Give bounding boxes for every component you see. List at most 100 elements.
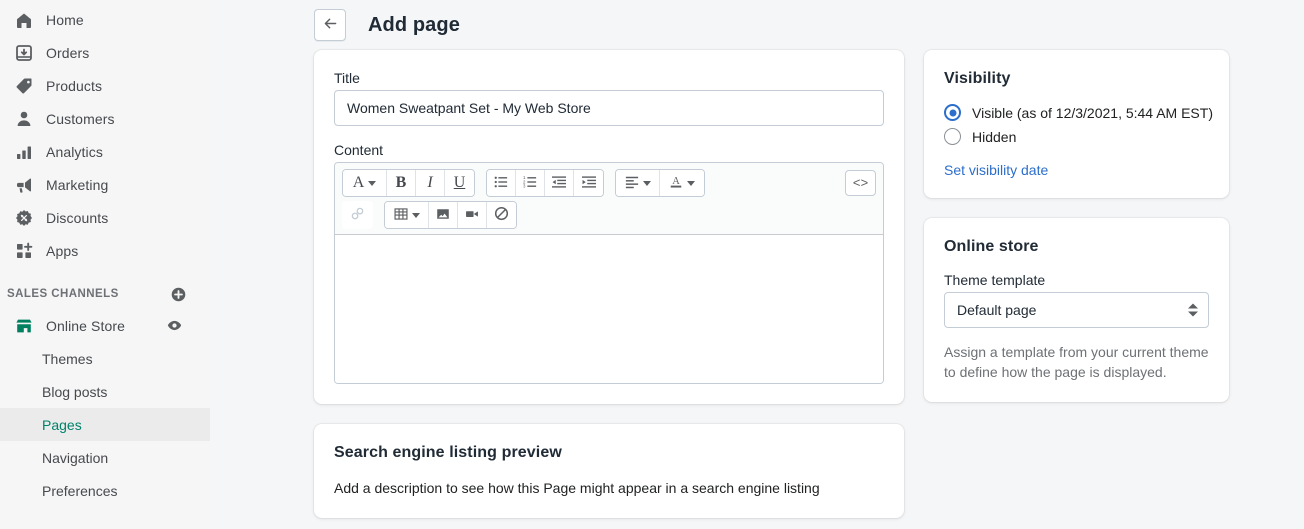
sidebar-item-label: Discounts (46, 210, 108, 226)
sidebar-item-online-store[interactable]: Online Store (4, 309, 206, 342)
set-visibility-date-link[interactable]: Set visibility date (944, 162, 1048, 178)
image-icon (436, 207, 450, 224)
theme-template-select[interactable]: Default page (944, 292, 1209, 328)
font-a-glyph: A (353, 174, 365, 192)
seo-card-title: Search engine listing preview (334, 444, 884, 462)
sidebar-item-label: Customers (46, 111, 115, 127)
eye-icon[interactable] (164, 316, 184, 336)
radio-hidden-label: Hidden (972, 129, 1016, 145)
plus-circle-icon[interactable] (168, 284, 188, 304)
title-input[interactable] (334, 90, 884, 126)
radio-hidden[interactable] (944, 128, 961, 145)
content-editable-area[interactable] (335, 235, 883, 383)
sidebar-item-blog-posts[interactable]: Blog posts (0, 375, 210, 408)
sales-channels-title: SALES CHANNELS (7, 288, 168, 300)
outdent-icon (552, 175, 566, 192)
svg-text:3: 3 (523, 183, 526, 188)
visibility-card-title: Visibility (944, 70, 1209, 88)
insert-link-button[interactable] (343, 202, 372, 228)
italic-button[interactable]: I (416, 170, 445, 196)
align-left-icon (625, 175, 639, 192)
bulleted-list-button[interactable] (487, 170, 516, 196)
sidebar-item-themes[interactable]: Themes (0, 342, 210, 375)
sidebar-item-label: Apps (46, 243, 78, 259)
chevron-down-icon (368, 181, 376, 186)
title-field-label: Title (334, 70, 884, 86)
visibility-card: Visibility Visible (as of 12/3/2021, 5:4… (924, 50, 1229, 198)
sidebar-subitem-label: Preferences (42, 483, 117, 499)
storefront-icon (10, 312, 38, 340)
chevron-down-icon (643, 181, 651, 186)
secondary-column: Visibility Visible (as of 12/3/2021, 5:4… (924, 50, 1229, 529)
align-dropdown[interactable] (616, 170, 660, 196)
chevron-down-icon (412, 213, 420, 218)
underline-button[interactable]: U (445, 170, 474, 196)
numbered-list-button[interactable]: 123 (516, 170, 545, 196)
page-details-card: Title Content A (314, 50, 904, 404)
orders-inbox-icon (10, 39, 38, 67)
chevron-down-icon (687, 181, 695, 186)
radio-visible[interactable] (944, 104, 961, 121)
page-title: Add page (368, 14, 460, 37)
editor-toolbar-row-2 (342, 201, 876, 229)
analytics-bars-icon (10, 138, 38, 166)
italic-glyph: I (427, 174, 432, 192)
arrow-left-icon (322, 15, 339, 35)
marketing-megaphone-icon (10, 171, 38, 199)
bold-button[interactable]: B (387, 170, 416, 196)
sidebar-item-label: Online Store (46, 318, 164, 334)
main-content: Add page Title Content (210, 0, 1304, 529)
visibility-option-visible[interactable]: Visible (as of 12/3/2021, 5:44 AM EST) (944, 104, 1209, 121)
table-icon (394, 207, 408, 224)
bold-glyph: B (396, 174, 407, 192)
theme-template-label: Theme template (944, 272, 1209, 288)
sidebar-item-navigation[interactable]: Navigation (0, 441, 210, 474)
font-style-dropdown[interactable]: A (343, 170, 387, 196)
sidebar-item-pages[interactable]: Pages (0, 408, 210, 441)
sidebar-item-analytics[interactable]: Analytics (4, 135, 206, 168)
insert-video-button[interactable] (458, 202, 487, 228)
sidebar-subitem-label: Themes (42, 351, 93, 367)
visibility-option-hidden[interactable]: Hidden (944, 128, 1209, 145)
sidebar-item-marketing[interactable]: Marketing (4, 168, 206, 201)
text-color-dropdown[interactable]: A (660, 170, 704, 196)
numbered-list-icon: 123 (523, 175, 537, 192)
sidebar-item-preferences[interactable]: Preferences (0, 474, 210, 507)
sidebar-subitem-label: Navigation (42, 450, 108, 466)
clear-formatting-button[interactable] (487, 202, 516, 228)
show-html-button[interactable]: <> (845, 170, 876, 196)
sidebar-subitem-label: Blog posts (42, 384, 107, 400)
page-header: Add page (210, 0, 1304, 50)
primary-column: Title Content A (314, 50, 904, 529)
sidebar-item-label: Products (46, 78, 102, 94)
align-color-group: A (615, 169, 705, 197)
back-button[interactable] (314, 9, 346, 41)
insert-table-dropdown[interactable] (385, 202, 429, 228)
outdent-button[interactable] (545, 170, 574, 196)
sidebar-item-label: Orders (46, 45, 89, 61)
discount-badge-icon (10, 204, 38, 232)
insert-image-button[interactable] (429, 202, 458, 228)
sidebar-item-discounts[interactable]: Discounts (4, 201, 206, 234)
admin-app: Home Orders Products Customers Analytics (0, 0, 1304, 529)
link-group (342, 201, 373, 229)
video-camera-icon (465, 207, 479, 224)
sidebar-item-label: Analytics (46, 144, 103, 160)
product-tag-icon (10, 72, 38, 100)
online-store-card: Online store Theme template Default page… (924, 218, 1229, 402)
code-brackets-icon: <> (853, 176, 869, 191)
theme-template-select-wrap: Default page (944, 292, 1209, 328)
sidebar-item-products[interactable]: Products (4, 69, 206, 102)
content-field-label: Content (334, 142, 884, 158)
sidebar-item-customers[interactable]: Customers (4, 102, 206, 135)
insert-group (384, 201, 517, 229)
sidebar-item-orders[interactable]: Orders (4, 36, 206, 69)
sidebar-item-apps[interactable]: Apps (4, 234, 206, 267)
apps-grid-plus-icon (10, 237, 38, 265)
seo-preview-card: Search engine listing preview Add a desc… (314, 424, 904, 518)
sidebar-item-home[interactable]: Home (4, 3, 206, 36)
home-icon (10, 6, 38, 34)
content-columns: Title Content A (210, 50, 1304, 529)
text-color-icon: A (669, 174, 683, 192)
indent-button[interactable] (574, 170, 603, 196)
